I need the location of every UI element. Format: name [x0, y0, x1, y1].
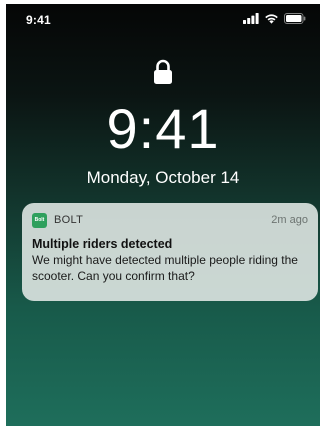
notification-card[interactable]: Bolt BOLT 2m ago Multiple riders detecte…: [22, 203, 318, 301]
status-icons: [243, 11, 306, 29]
wifi-icon: [264, 11, 279, 29]
lock-icon: [153, 59, 173, 85]
status-bar: 9:41: [6, 4, 320, 32]
signal-icon: [243, 11, 259, 29]
app-name: BOLT: [54, 214, 84, 226]
bolt-app-icon: Bolt: [32, 212, 47, 228]
notification-header: Bolt BOLT 2m ago: [32, 212, 308, 228]
notification-body: We might have detected multiple people r…: [32, 253, 298, 283]
lock-screen: 9:41 9:41 Monday, October 14 Bolt BOLT 2…: [6, 4, 320, 426]
lock-screen-date: Monday, October 14: [86, 168, 240, 187]
battery-icon: [284, 11, 306, 29]
app-icon-text: Bolt: [34, 217, 45, 223]
lock-screen-time: 9:41: [106, 97, 220, 160]
notification-title: Multiple riders detected: [32, 237, 173, 251]
status-time: 9:41: [26, 13, 51, 27]
notification-time: 2m ago: [271, 214, 308, 226]
